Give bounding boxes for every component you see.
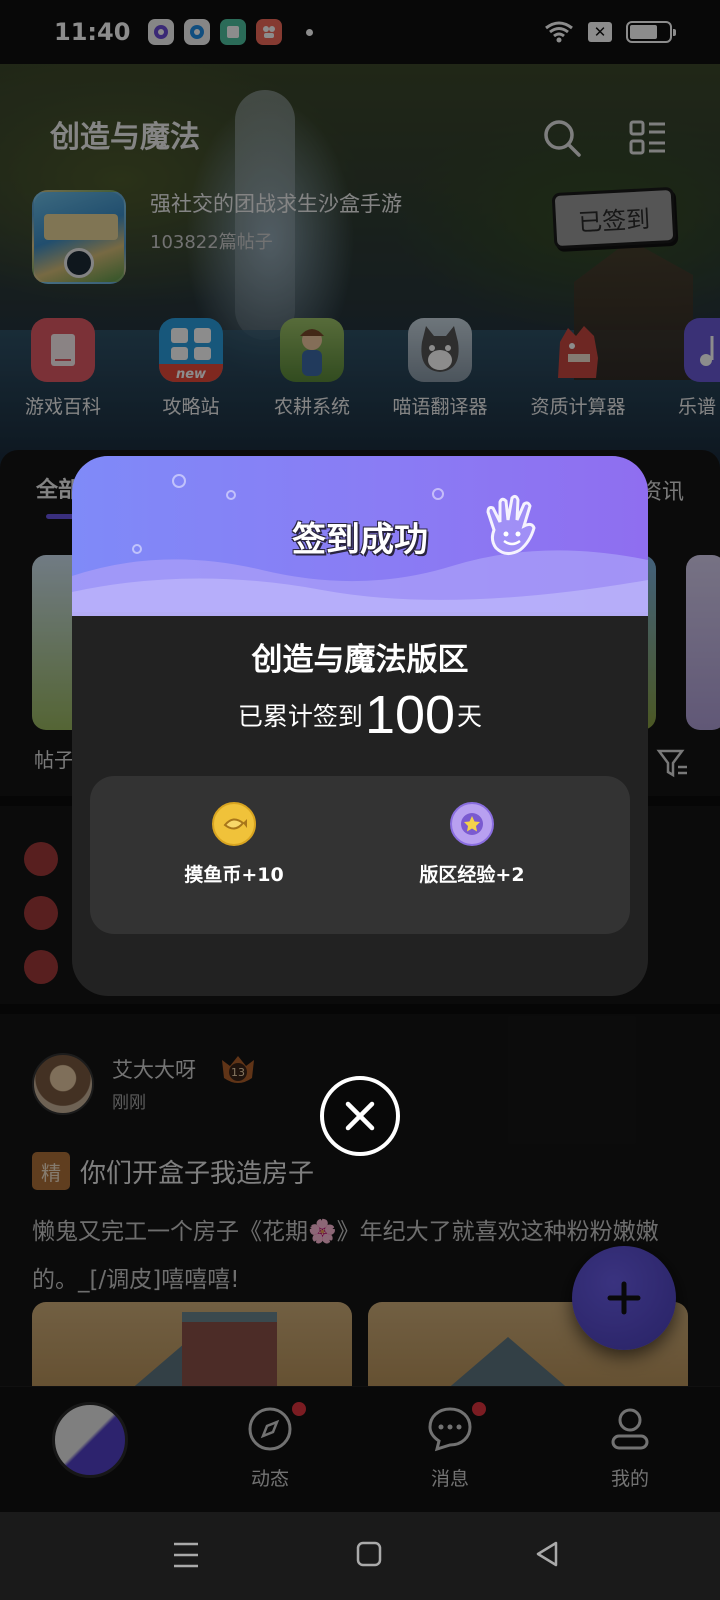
back-icon[interactable] (534, 1540, 560, 1568)
reward-item: 版区经验+2 (372, 802, 572, 887)
close-icon (345, 1101, 375, 1131)
fish-coin-icon (212, 802, 256, 846)
menu-icon[interactable] (172, 1540, 200, 1570)
dialog-forum-name: 创造与魔法版区 (251, 642, 469, 678)
rewards-panel: 摸鱼币+10 版区经验+2 (90, 776, 630, 934)
smiley-hand-icon (486, 494, 536, 555)
checkin-success-dialog: 签到成功 创造与魔法版区 已累计签到100天 摸鱼币+10 版区经验+2 (72, 456, 648, 996)
reward-item: 摸鱼币+10 (134, 802, 334, 887)
dialog-title: 签到成功 (292, 520, 428, 560)
star-badge-icon (450, 802, 494, 846)
close-dialog-button[interactable] (320, 1076, 400, 1156)
system-navigation-bar (0, 1512, 720, 1600)
dialog-header: 签到成功 (72, 456, 648, 616)
home-icon[interactable] (356, 1541, 382, 1567)
checkin-days: 已累计签到100天 (237, 685, 483, 745)
checkin-day-count: 100 (364, 685, 456, 745)
